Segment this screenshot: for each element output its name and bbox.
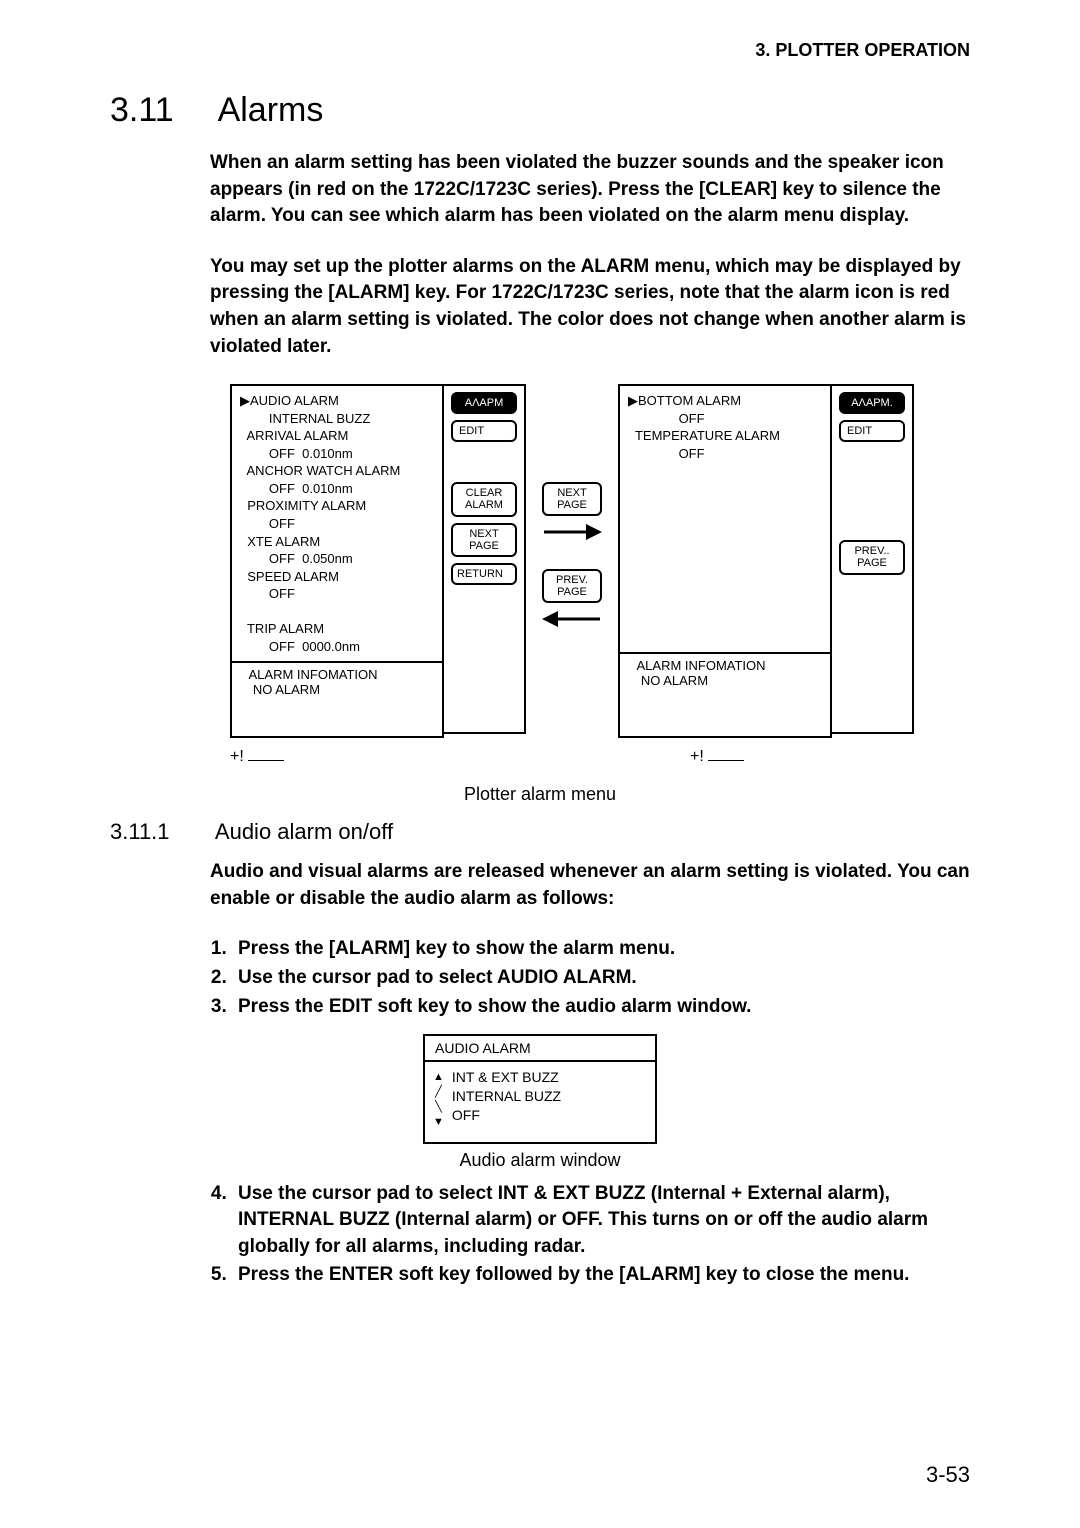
alarm-menu-page1: ▶AUDIO ALARM INTERNAL BUZZ ARRIVAL ALARM… (230, 384, 444, 738)
softkey-edit-2: EDIT (839, 420, 905, 442)
subsection-intro: Audio and visual alarms are released whe… (210, 859, 970, 912)
softkey-edit: EDIT (451, 420, 517, 442)
softkey-clear-alarm: CLEAR ALARM (451, 482, 517, 516)
figure-caption-2: Audio alarm window (110, 1150, 970, 1171)
step-3: Press the EDIT soft key to show the audi… (232, 994, 970, 1021)
page-nav-arrows: NEXT PAGE PREV. PAGE (526, 384, 618, 734)
softkey-prev-page-2: PREV.. PAGE (839, 540, 905, 574)
plus-text-right: +! (690, 748, 704, 766)
subsection-heading: 3.11.1 Audio alarm on/off (110, 819, 970, 845)
arrow-left-icon (542, 607, 602, 636)
plus-annotations: +! +! (230, 748, 970, 766)
steps-list-b: Use the cursor pad to select INT & EXT B… (210, 1181, 970, 1289)
audio-alarm-window-title: AUDIO ALARM (425, 1036, 655, 1062)
figure-caption-1: Plotter alarm menu (110, 784, 970, 805)
alarm-menu-diagram: ▶AUDIO ALARM INTERNAL BUZZ ARRIVAL ALARM… (230, 384, 970, 738)
section-title-text: Alarms (218, 91, 324, 129)
steps-list-a: Press the [ALARM] key to show the alarm … (210, 936, 970, 1020)
nav-prev-page-label: PREV. PAGE (542, 569, 602, 603)
section-number: 3.11 (110, 91, 210, 130)
audio-alarm-window: AUDIO ALARM ▲╱╲▼ INT & EXT BUZZ INTERNAL… (423, 1034, 657, 1143)
softkeys-page2: ΑΛΑΡΜ. EDIT PREV.. PAGE (832, 384, 914, 734)
step-4: Use the cursor pad to select INT & EXT B… (232, 1181, 970, 1261)
chapter-header: 3. PLOTTER OPERATION (110, 40, 970, 61)
intro-paragraph-1: When an alarm setting has been violated … (210, 150, 970, 230)
plus-text-left: +! (230, 748, 244, 766)
softkey-next-page: NEXT PAGE (451, 523, 517, 557)
arrow-right-icon (542, 520, 602, 549)
alarm-menu-page1-info: ALARM INFOMATION NO ALARM (232, 661, 442, 699)
softkeys-page1: ΑΛΑΡΜ EDIT CLEAR ALARM NEXT PAGE RETURN (444, 384, 526, 734)
intro-paragraph-2: You may set up the plotter alarms on the… (210, 254, 970, 360)
page-number: 3-53 (926, 1462, 970, 1488)
cursor-arrows-icon: ▲╱╲▼ (433, 1068, 444, 1131)
softkey-return: RETURN (451, 563, 517, 585)
blank-line-left (248, 760, 284, 761)
step-2: Use the cursor pad to select AUDIO ALARM… (232, 965, 970, 992)
nav-next-page-label: NEXT PAGE (542, 482, 602, 516)
softkey-alarm-2: ΑΛΑΡΜ. (839, 392, 905, 414)
alarm-menu-page2: ▶BOTTOM ALARM OFF TEMPERATURE ALARM OFF … (618, 384, 832, 738)
audio-alarm-options: INT & EXT BUZZ INTERNAL BUZZ OFF (452, 1068, 561, 1131)
section-heading: 3.11 Alarms (110, 91, 970, 130)
subsection-title: Audio alarm on/off (215, 819, 393, 844)
alarm-menu-page2-info: ALARM INFOMATION NO ALARM (620, 652, 830, 690)
softkey-alarm: ΑΛΑΡΜ (451, 392, 517, 414)
step-5: Press the ENTER soft key followed by the… (232, 1262, 970, 1289)
alarm-menu-page1-items: ▶AUDIO ALARM INTERNAL BUZZ ARRIVAL ALARM… (232, 386, 442, 661)
step-1: Press the [ALARM] key to show the alarm … (232, 936, 970, 963)
blank-line-right (708, 760, 744, 761)
alarm-menu-page2-items: ▶BOTTOM ALARM OFF TEMPERATURE ALARM OFF (620, 386, 830, 652)
subsection-number: 3.11.1 (110, 819, 210, 845)
